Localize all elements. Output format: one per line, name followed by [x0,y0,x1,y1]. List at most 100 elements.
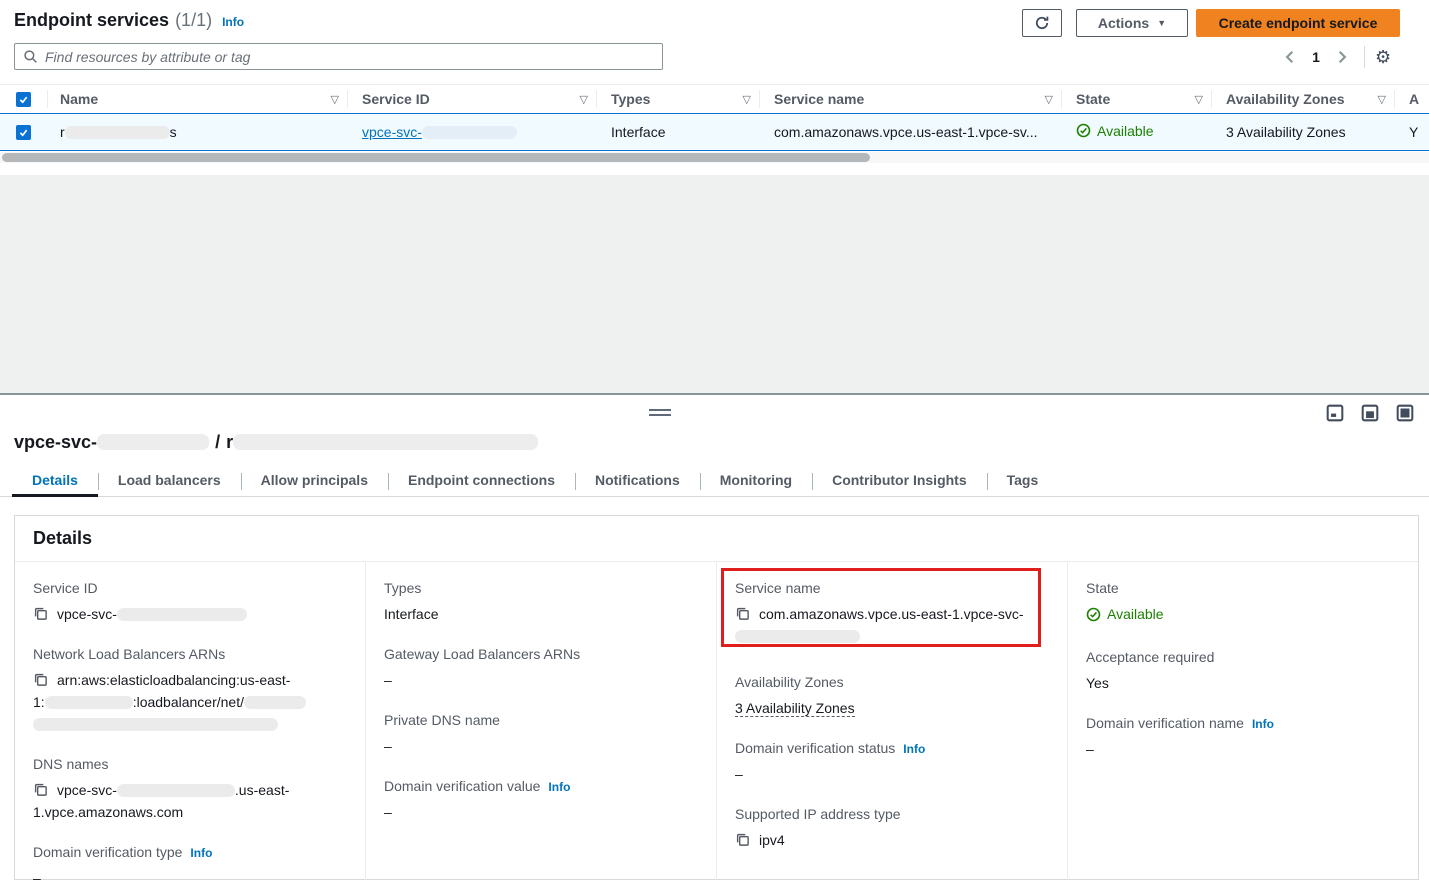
info-link[interactable]: Info [1252,717,1274,731]
panel-size-large-button[interactable] [1396,404,1414,422]
copy-icon[interactable] [33,606,48,621]
endpoint-services-list-section: Endpoint services (1/1) Info Actions ▼ C… [0,0,1429,175]
column-header-state[interactable]: State▽ [1062,85,1212,113]
availability-zones-popover-link[interactable]: 3 Availability Zones [735,700,855,717]
redacted-text [117,784,235,797]
availability-zones-popover-link[interactable]: 3 Availability Zones [1226,124,1346,140]
select-all-checkbox[interactable] [16,92,31,107]
cell-service-id: vpce-svc- [348,124,597,140]
sort-icon: ▽ [580,93,588,106]
actions-button[interactable]: Actions ▼ [1076,9,1188,37]
panel-size-medium-button[interactable] [1361,404,1379,422]
sort-icon: ▽ [1045,93,1053,106]
sort-icon: ▽ [1195,93,1203,106]
field-service-name: Service name com.amazonaws.vpce.us-east-… [735,580,1051,647]
tab-tags[interactable]: Tags [987,466,1059,497]
field-domain-verification-status: Domain verification statusInfo – [735,740,1051,785]
current-page-number: 1 [1302,49,1330,65]
chevron-left-icon [1284,50,1296,64]
next-page-button[interactable] [1330,45,1354,69]
column-header-service-id[interactable]: Service ID▽ [348,85,597,113]
copy-icon[interactable] [33,672,48,687]
redacted-text [244,696,306,709]
tab-notifications[interactable]: Notifications [575,466,700,497]
chevron-right-icon [1336,50,1348,64]
search-box [14,43,663,70]
column-header-acceptance[interactable]: A [1395,85,1429,113]
split-panel-title: vpce-svc-/r [14,432,1429,453]
cell-availability-zones: 3 Availability Zones [1212,124,1395,140]
split-panel: vpce-svc-/r Details Load balancers Allow… [0,393,1429,886]
details-card-header: Details [15,516,1418,562]
field-private-dns-name: Private DNS name – [384,712,700,757]
redacted-text [735,630,860,643]
service-id-link[interactable]: vpce-svc- [362,124,517,140]
redacted-text [97,434,209,450]
search-icon [23,49,38,64]
panel-size-small-button[interactable] [1326,404,1344,422]
preferences-gear-button[interactable]: ⚙ [1375,48,1391,66]
tab-details[interactable]: Details [12,466,98,497]
details-column-4: State Available Acceptance required [1067,562,1418,880]
sort-icon: ▽ [331,93,339,106]
panel-large-icon [1396,404,1414,422]
cell-state: Available [1062,123,1212,142]
field-glb-arns: Gateway Load Balancers ARNs – [384,646,700,691]
field-domain-verification-value: Domain verification valueInfo – [384,778,700,823]
tab-monitoring[interactable]: Monitoring [700,466,812,497]
details-column-3: Service name com.amazonaws.vpce.us-east-… [716,562,1067,880]
column-header-availability-zones[interactable]: Availability Zones▽ [1212,85,1395,113]
row-checkbox-cell [0,125,48,140]
status-badge: Available [1107,603,1164,625]
previous-page-button[interactable] [1278,45,1302,69]
tab-allow-principals[interactable]: Allow principals [241,466,388,497]
status-available-icon [1086,607,1101,622]
tabs-bar: Details Load balancers Allow principals … [0,466,1429,497]
copy-icon[interactable] [735,832,750,847]
horizontal-scrollbar[interactable] [0,152,1429,163]
gear-icon: ⚙ [1375,47,1391,67]
create-endpoint-service-button[interactable]: Create endpoint service [1196,9,1400,37]
page-info-link[interactable]: Info [222,15,244,29]
divider [1364,46,1365,68]
redacted-text [65,126,170,139]
info-link[interactable]: Info [190,846,212,860]
row-checkbox[interactable] [16,125,31,140]
check-icon [18,94,29,105]
actions-label: Actions [1098,15,1149,31]
field-dns-names: DNS names vpce-svc-.us-east- 1.vpce.amaz… [33,756,349,823]
column-header-name[interactable]: Name▽ [48,85,348,113]
field-service-id: Service ID vpce-svc- [33,580,349,625]
tab-endpoint-connections[interactable]: Endpoint connections [388,466,575,497]
status-badge: Available [1097,123,1154,139]
refresh-button[interactable] [1022,9,1062,37]
info-link[interactable]: Info [903,742,925,756]
sort-icon: ▽ [1378,93,1386,106]
column-header-service-name[interactable]: Service name▽ [760,85,1062,113]
copy-icon[interactable] [33,782,48,797]
table-header-row: Name▽ Service ID▽ Types▽ Service name▽ S… [0,84,1429,113]
panel-small-icon [1326,404,1344,422]
search-input[interactable] [45,49,654,65]
table-header-checkbox-cell [0,85,48,113]
table-row[interactable]: rs vpce-svc- Interface com.amazonaws.vpc… [0,113,1429,151]
redacted-text [117,608,247,621]
field-domain-verification-type: Domain verification typeInfo – [33,844,349,889]
split-panel-size-controls [1326,404,1414,422]
tab-contributor-insights[interactable]: Contributor Insights [812,466,987,497]
pagination: 1 ⚙ [1278,45,1391,69]
details-column-1: Service ID vpce-svc- Network Load Balanc… [15,562,365,880]
aws-endpoint-services-page: { "header": { "title": "Endpoint service… [0,0,1429,886]
scrollbar-thumb[interactable] [2,153,870,162]
tab-load-balancers[interactable]: Load balancers [98,466,241,497]
check-icon [18,127,29,138]
info-link[interactable]: Info [548,780,570,794]
field-types: Types Interface [384,580,700,625]
column-header-types[interactable]: Types▽ [597,85,760,113]
details-column-2: Types Interface Gateway Load Balancers A… [365,562,716,880]
split-panel-drag-handle[interactable] [649,409,671,417]
copy-icon[interactable] [735,606,750,621]
cell-acceptance: Y [1395,124,1429,140]
sort-icon: ▽ [743,93,751,106]
page-background [0,175,1429,393]
